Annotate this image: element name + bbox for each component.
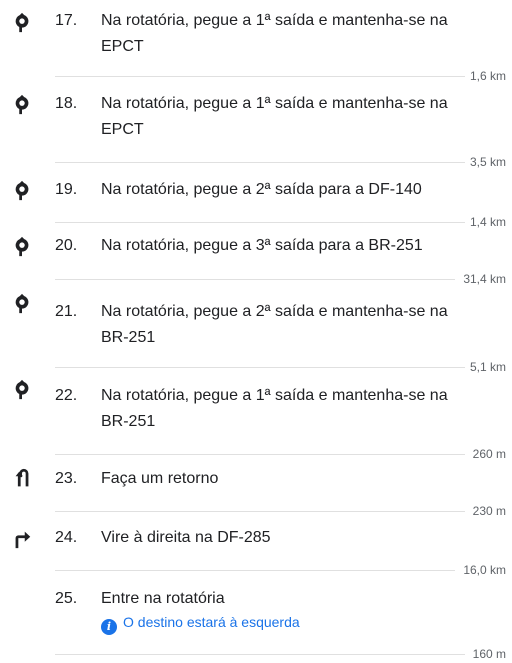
step-distance-row: 160 m	[55, 645, 506, 663]
step-distance: 1,4 km	[465, 213, 506, 231]
roundabout-icon	[15, 236, 29, 257]
step-number: 17.	[55, 12, 78, 29]
step-instruction: Na rotatória, pegue a 1ª saída e mantenh…	[101, 12, 448, 29]
step-distance-row: 16,0 km	[55, 561, 506, 579]
step-distance: 31,4 km	[459, 270, 506, 288]
step-instruction-cont: EPCT	[101, 38, 144, 55]
divider	[55, 511, 465, 512]
divider	[55, 454, 465, 455]
destination-note: i O destino estará à esquerda	[101, 612, 300, 635]
roundabout-icon	[15, 293, 29, 314]
step-distance-row: 3,5 km	[55, 153, 506, 171]
step-number: 24.	[55, 529, 78, 546]
step-number: 23.	[55, 470, 78, 487]
step-number: 18.	[55, 95, 78, 112]
step-instruction: Na rotatória, pegue a 2ª saída para a DF…	[101, 181, 422, 198]
step-distance: 230 m	[468, 502, 506, 520]
step-instruction-cont: EPCT	[101, 121, 144, 138]
step-instruction: Na rotatória, pegue a 2ª saída e mantenh…	[101, 303, 448, 320]
step-distance: 1,6 km	[465, 67, 506, 85]
step-instruction: Vire à direita na DF-285	[101, 529, 271, 546]
step-number: 20.	[55, 237, 78, 254]
divider	[55, 162, 465, 163]
info-icon: i	[101, 619, 117, 635]
turn-right-icon	[15, 531, 31, 549]
step-distance: 16,0 km	[459, 561, 506, 579]
step-distance-row: 5,1 km	[55, 358, 506, 376]
step-distance: 260 m	[468, 445, 506, 463]
step-distance-row: 1,4 km	[55, 213, 506, 231]
step-number: 25.	[55, 590, 78, 607]
divider	[55, 367, 465, 368]
step-distance-row: 31,4 km	[55, 270, 506, 288]
step-distance-row: 260 m	[55, 445, 506, 463]
step-instruction-cont: BR-251	[101, 329, 156, 346]
destination-note-text: O destino estará à esquerda	[123, 614, 300, 630]
divider	[55, 76, 465, 77]
step-instruction: Entre na rotatória	[101, 590, 225, 607]
step-number: 19.	[55, 181, 78, 198]
step-distance: 160 m	[468, 645, 506, 663]
step-instruction: Na rotatória, pegue a 1ª saída e mantenh…	[101, 387, 448, 404]
roundabout-icon	[15, 12, 29, 33]
step-instruction-cont: BR-251	[101, 413, 156, 430]
step-distance: 3,5 km	[465, 153, 506, 171]
step-number: 22.	[55, 387, 78, 404]
step-distance-row: 230 m	[55, 502, 506, 520]
step-instruction: Faça um retorno	[101, 470, 219, 487]
step-distance: 5,1 km	[465, 358, 506, 376]
divider	[55, 279, 455, 280]
u-turn-icon	[15, 468, 29, 487]
divider	[55, 222, 465, 223]
step-instruction: Na rotatória, pegue a 3ª saída para a BR…	[101, 237, 423, 254]
roundabout-icon	[15, 379, 29, 400]
divider	[55, 570, 455, 571]
step-distance-row: 1,6 km	[55, 67, 506, 85]
step-number: 21.	[55, 303, 78, 320]
roundabout-icon	[15, 180, 29, 201]
roundabout-icon	[15, 94, 29, 115]
divider	[55, 654, 465, 655]
step-instruction: Na rotatória, pegue a 1ª saída e mantenh…	[101, 95, 448, 112]
